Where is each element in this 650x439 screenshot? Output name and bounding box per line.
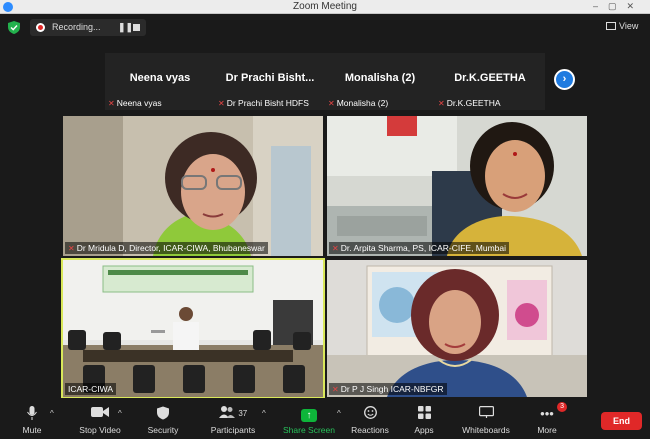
participant-video-frame — [63, 260, 323, 397]
view-button[interactable]: View — [606, 21, 638, 31]
security-label: Security — [147, 425, 179, 435]
audio-options-caret-icon[interactable]: ^ — [50, 409, 54, 418]
shield-icon[interactable] — [8, 21, 20, 34]
participant-name-label: ✕ Monalisha (2) — [328, 98, 389, 108]
share-screen-button[interactable]: ↑ Share Screen — [282, 406, 336, 435]
participant-video-frame — [327, 260, 587, 397]
security-button[interactable]: Security — [143, 406, 183, 435]
window-titlebar: Zoom Meeting –▢✕ — [0, 0, 650, 14]
more-notification-badge: 3 — [557, 402, 567, 412]
participant-video-frame — [327, 116, 587, 256]
mic-muted-icon: ✕ — [218, 99, 225, 108]
participants-icon: 37 — [208, 406, 258, 422]
mic-muted-icon: ✕ — [108, 99, 115, 108]
video-tile-active-speaker[interactable]: ICAR-CIWA — [61, 258, 325, 399]
participant-display-name: Dr.K.GEETHA — [454, 72, 526, 84]
mic-muted-icon: ✕ — [332, 244, 339, 253]
stop-recording-icon[interactable] — [133, 24, 140, 31]
whiteboard-icon — [458, 406, 514, 422]
mic-muted-icon: ✕ — [68, 244, 75, 253]
reactions-button[interactable]: Reactions — [350, 406, 390, 435]
stop-video-label: Stop Video — [79, 425, 121, 435]
share-screen-label: Share Screen — [283, 425, 335, 435]
participants-options-caret-icon[interactable]: ^ — [262, 409, 266, 418]
mic-muted-icon: ✕ — [438, 99, 445, 108]
participant-name-label: ✕ Dr Prachi Bisht HDFS — [218, 98, 309, 108]
recording-label: Recording... — [52, 22, 101, 32]
recording-indicator: Recording... ❚❚ — [30, 19, 146, 36]
end-meeting-button[interactable]: End — [601, 412, 642, 430]
more-button[interactable]: ••• 3 More — [533, 402, 567, 435]
pause-recording-icon[interactable]: ❚❚ — [118, 22, 133, 33]
participant-display-name: Dr Prachi Bisht... — [225, 72, 315, 84]
view-label: View — [619, 21, 639, 31]
video-tile[interactable]: ✕ Dr. Arpita Sharma, PS, ICAR-CIFE, Mumba… — [327, 116, 587, 256]
whiteboards-label: Whiteboards — [462, 425, 510, 435]
mute-label: Mute — [22, 425, 42, 435]
video-options-caret-icon[interactable]: ^ — [118, 409, 122, 418]
more-dots-icon: ••• 3 — [533, 402, 567, 422]
participant-display-name: Neena vyas — [129, 72, 191, 84]
mute-button[interactable]: Mute — [18, 406, 46, 435]
apps-grid-icon — [410, 406, 438, 422]
participant-tile[interactable]: Neena vyas ✕ Neena vyas — [105, 53, 215, 110]
participant-tile[interactable]: Dr Prachi Bisht... ✕ Dr Prachi Bisht HDFS — [215, 53, 325, 110]
video-name-label: ✕ Dr Mridula D, Director, ICAR-CIWA, Bhub… — [65, 242, 268, 254]
share-screen-icon: ↑ — [282, 406, 336, 422]
reactions-label: Reactions — [351, 425, 389, 435]
participants-label: Participants — [210, 425, 256, 435]
video-tile[interactable]: ✕ Dr P J Singh ICAR-NBFGR — [327, 260, 587, 397]
share-options-caret-icon[interactable]: ^ — [337, 409, 341, 418]
video-name-label: ✕ Dr. Arpita Sharma, PS, ICAR-CIFE, Mumba… — [329, 242, 510, 254]
video-name-label: ICAR-CIWA — [65, 383, 117, 395]
participant-display-name: Monalisha (2) — [344, 72, 416, 84]
window-title: Zoom Meeting — [293, 1, 357, 12]
microphone-icon — [18, 406, 46, 422]
mic-muted-icon: ✕ — [328, 99, 335, 108]
recording-dot-icon — [36, 23, 45, 32]
mic-muted-icon: ✕ — [332, 385, 339, 394]
apps-label: Apps — [414, 425, 434, 435]
next-page-arrow-icon[interactable]: › — [554, 69, 575, 90]
participants-count: 37 — [238, 409, 248, 418]
apps-button[interactable]: Apps — [410, 406, 438, 435]
participants-button[interactable]: 37 Participants — [208, 406, 258, 435]
participant-tile[interactable]: Dr.K.GEETHA ✕ Dr.K.GEETHA — [435, 53, 545, 110]
video-tile[interactable]: ✕ Dr Mridula D, Director, ICAR-CIWA, Bhub… — [63, 116, 323, 256]
security-shield-icon — [143, 406, 183, 422]
participant-tile[interactable]: Monalisha (2) ✕ Monalisha (2) — [325, 53, 435, 110]
participant-name-label: ✕ Dr.K.GEETHA — [438, 98, 501, 108]
whiteboards-button[interactable]: Whiteboards — [458, 406, 514, 435]
reactions-smiley-icon — [350, 406, 390, 422]
more-label: More — [537, 425, 557, 435]
window-controls[interactable]: –▢✕ — [593, 1, 644, 12]
participant-video-frame — [63, 116, 323, 256]
view-grid-icon — [606, 22, 616, 30]
participant-name-label: ✕ Neena vyas — [108, 98, 162, 108]
video-name-label: ✕ Dr P J Singh ICAR-NBFGR — [329, 383, 447, 395]
